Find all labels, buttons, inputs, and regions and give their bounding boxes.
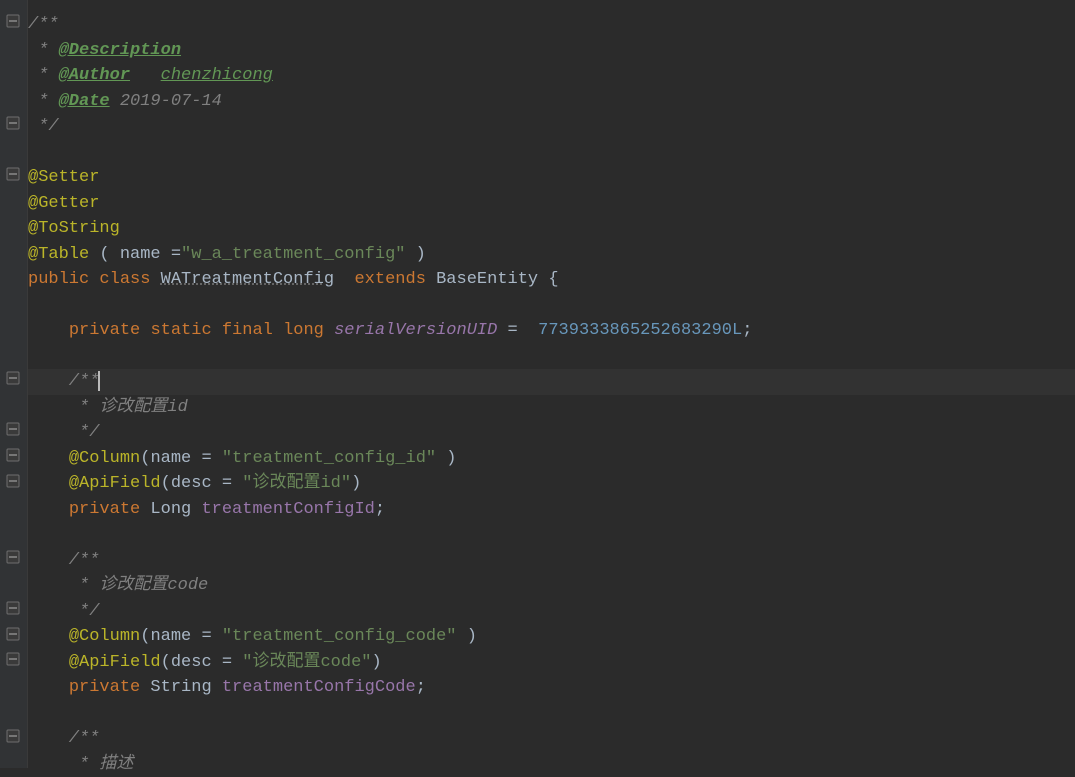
code-line: private String treatmentConfigCode; [28, 675, 1075, 701]
fold-end-icon[interactable] [6, 474, 20, 488]
fold-end-icon[interactable] [6, 116, 20, 130]
fold-minus-icon[interactable] [6, 729, 20, 743]
code-line: @Table ( name ="w_a_treatment_config" ) [28, 242, 1075, 268]
code-line: * @Author chenzhicong [28, 63, 1075, 89]
code-line: @Setter [28, 165, 1075, 191]
code-line: * 诊改配置id [28, 395, 1075, 421]
code-line: @ApiField(desc = "诊改配置code") [28, 650, 1075, 676]
fold-end-icon[interactable] [6, 601, 20, 615]
fold-minus-icon[interactable] [6, 167, 20, 181]
code-line: * @Date 2019-07-14 [28, 89, 1075, 115]
code-line: private static final long serialVersionU… [28, 318, 1075, 344]
code-line: @Column(name = "treatment_config_code" ) [28, 624, 1075, 650]
fold-minus-icon[interactable] [6, 448, 20, 462]
gutter [0, 0, 28, 768]
code-line: @Getter [28, 191, 1075, 217]
text-cursor [98, 371, 100, 391]
code-line: public class WATreatmentConfig extends B… [28, 267, 1075, 293]
code-line [28, 293, 1075, 319]
fold-minus-icon[interactable] [6, 627, 20, 641]
code-line [28, 701, 1075, 727]
code-line: */ [28, 420, 1075, 446]
code-line: */ [28, 599, 1075, 625]
fold-minus-icon[interactable] [6, 371, 20, 385]
fold-minus-icon[interactable] [6, 14, 20, 28]
code-line: * 诊改配置code [28, 573, 1075, 599]
code-line: /** [28, 548, 1075, 574]
fold-end-icon[interactable] [6, 422, 20, 436]
code-line: @ToString [28, 216, 1075, 242]
code-line: */ [28, 114, 1075, 140]
code-line: @Column(name = "treatment_config_id" ) [28, 446, 1075, 472]
code-line [28, 344, 1075, 370]
code-line: * 描述 [28, 752, 1075, 777]
code-line [28, 140, 1075, 166]
fold-minus-icon[interactable] [6, 550, 20, 564]
code-editor[interactable]: /** * @Description * @Author chenzhicong… [0, 0, 1075, 768]
code-line: /** [28, 726, 1075, 752]
code-line-current: /** [28, 369, 1075, 395]
code-line: @ApiField(desc = "诊改配置id") [28, 471, 1075, 497]
code-line: /** [28, 12, 1075, 38]
code-line: private Long treatmentConfigId; [28, 497, 1075, 523]
code-line [28, 522, 1075, 548]
code-line: * @Description [28, 38, 1075, 64]
fold-end-icon[interactable] [6, 652, 20, 666]
code-area[interactable]: /** * @Description * @Author chenzhicong… [28, 0, 1075, 768]
